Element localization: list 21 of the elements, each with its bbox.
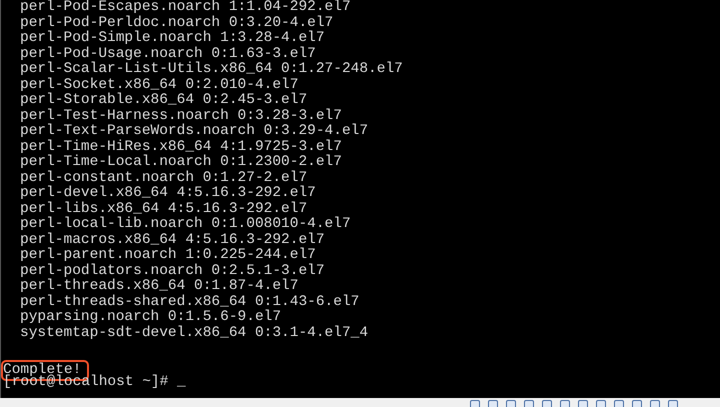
package-line: perl-Time-Local.noarch 0:1.2300-2.el7 <box>19 155 343 170</box>
package-line: perl-Pod-Simple.noarch 1:3.28-4.el7 <box>19 31 326 46</box>
package-line: systemtap-sdt-devel.x86_64 0:3.1-4.el7_4 <box>19 326 370 341</box>
package-line: perl-threads.x86_64 0:1.87-4.el7 <box>19 279 300 294</box>
package-line: pyparsing.noarch 0:1.5.6-9.el7 <box>19 310 282 326</box>
package-line: perl-Test-Harness.noarch 0:3.28-3.el7 <box>19 108 343 124</box>
package-line: perl-threads-shared.x86_64 0:1.43-6.el7 <box>19 294 360 310</box>
package-line: perl-Text-ParseWords.noarch 0:3.29-4.el7 <box>19 124 370 140</box>
package-line: perl-Socket.x86_64 0:2.010-4.el7 <box>19 78 300 92</box>
package-line: perl-macros.x86_64 4:5.16.3-292.el7 <box>19 232 326 248</box>
package-line: perl-podlators.noarch 0:2.5.1-3.el7 <box>19 264 326 278</box>
package-line: perl-Storable.x86_64 0:2.45-3.el7 <box>19 93 308 108</box>
package-line: perl-constant.noarch 0:1.27-2.el7 <box>19 170 308 186</box>
package-line: perl-libs.x86_64 4:5.16.3-292.el7 <box>19 202 308 216</box>
package-line: perl-local-lib.noarch 0:1.008010-4.el7 <box>19 217 352 232</box>
package-line: perl-Pod-Usage.noarch 0:1.63-3.el7 <box>19 46 317 62</box>
package-line: perl-Time-HiRes.x86_64 4:1.9725-3.el7 <box>19 140 343 154</box>
package-line: perl-parent.noarch 1:0.225-244.el7 <box>19 248 317 264</box>
package-line: perl-Pod-Perldoc.noarch 0:3.20-4.el7 <box>19 16 334 30</box>
package-line: perl-Scalar-List-Utils.x86_64 0:1.27-248.el7 <box>19 62 404 78</box>
package-line: perl-devel.x86_64 4:5.16.3-292.el7 <box>19 186 317 202</box>
